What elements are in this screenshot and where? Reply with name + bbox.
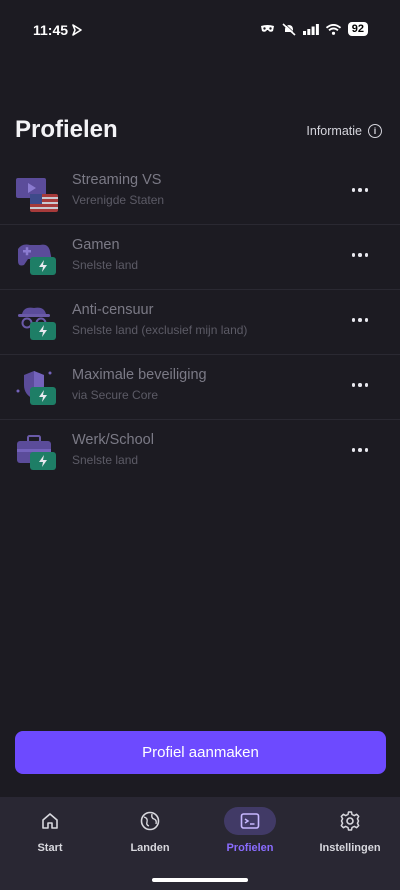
tab-profiles[interactable]: Profielen — [200, 807, 300, 867]
signal-icon — [302, 23, 319, 35]
bolt-badge — [30, 452, 56, 470]
profile-subtitle: Snelste land — [72, 453, 139, 467]
mask-icon — [260, 25, 274, 32]
bolt-badge — [30, 322, 56, 340]
tab-label: Instellingen — [319, 842, 381, 854]
profiles-icon — [224, 807, 276, 835]
profile-name: Gamen — [72, 237, 120, 253]
profile-name: Streaming VS — [72, 172, 162, 188]
page-title: Profielen — [15, 116, 118, 143]
tab-countries[interactable]: Landen — [100, 807, 200, 867]
gear-icon — [324, 807, 376, 835]
bottom-nav: Start Landen Profielen Instellingen — [0, 797, 400, 890]
home-icon — [24, 807, 76, 835]
briefcase-bolt-icon — [14, 434, 60, 474]
more-options-button[interactable] — [350, 312, 370, 328]
globe-icon — [124, 807, 176, 835]
profile-name: Werk/School — [72, 432, 154, 448]
profile-row-work[interactable]: Werk/School Snelste land — [0, 420, 400, 484]
bolt-badge — [30, 387, 56, 405]
create-profile-button[interactable]: Profiel aanmaken — [15, 731, 386, 774]
status-time: 11:45 — [33, 22, 69, 38]
info-label: Informatie — [306, 124, 362, 138]
profile-subtitle: via Secure Core — [72, 388, 159, 402]
profile-subtitle: Verenigde Staten — [72, 193, 165, 207]
profile-row-anticensorship[interactable]: Anti-censuur Snelste land (exclusief mij… — [0, 290, 400, 355]
tab-label: Landen — [130, 842, 170, 854]
profile-row-streaming[interactable]: Streaming VS Verenigde Staten — [0, 160, 400, 225]
shield-bolt-icon — [14, 369, 60, 409]
more-options-button[interactable] — [350, 377, 370, 393]
more-options-button[interactable] — [350, 182, 370, 198]
location-arrow-icon — [72, 24, 82, 36]
gamepad-bolt-icon — [14, 239, 60, 279]
profiles-list: Streaming VS Verenigde Staten Gamen Snel… — [0, 160, 400, 484]
battery-icon: 92 — [347, 22, 368, 36]
more-options-button[interactable] — [350, 442, 370, 458]
info-link[interactable]: Informatie i — [306, 124, 382, 138]
tab-label: Start — [37, 842, 63, 854]
more-options-button[interactable] — [350, 247, 370, 263]
tv-us-flag-icon — [16, 178, 58, 212]
tab-label: Profielen — [226, 842, 274, 854]
tab-start[interactable]: Start — [0, 807, 100, 867]
info-icon: i — [368, 124, 382, 138]
mute-icon — [282, 22, 296, 36]
profile-row-security[interactable]: Maximale beveiliging via Secure Core — [0, 355, 400, 420]
home-indicator[interactable] — [152, 878, 248, 882]
profile-subtitle: Snelste land (exclusief mijn land) — [72, 323, 248, 337]
profile-row-gaming[interactable]: Gamen Snelste land — [0, 225, 400, 290]
profile-name: Maximale beveiliging — [72, 367, 207, 383]
spy-bolt-icon — [14, 304, 60, 344]
bolt-badge — [30, 257, 56, 275]
profile-subtitle: Snelste land — [72, 258, 139, 272]
profile-name: Anti-censuur — [72, 302, 154, 318]
tab-settings[interactable]: Instellingen — [300, 807, 400, 867]
wifi-icon — [325, 23, 341, 35]
status-bar: 11:45 92 — [0, 0, 400, 60]
